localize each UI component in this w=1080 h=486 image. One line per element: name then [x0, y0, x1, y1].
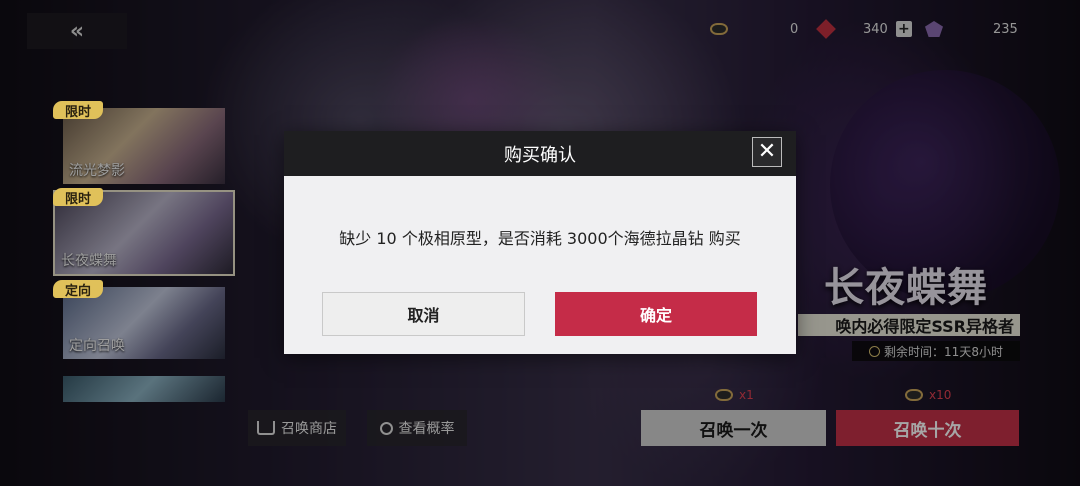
- banner-tag-limited: 限时: [53, 101, 103, 120]
- purchase-confirm-dialog: 购买确认 ✕ 缺少 10 个极相原型，是否消耗 3000个海德拉晶钻 购买 取消…: [284, 131, 796, 354]
- confirm-button[interactable]: 确定: [555, 292, 757, 336]
- dialog-title: 购买确认: [504, 144, 576, 166]
- dialog-message: 缺少 10 个极相原型，是否消耗 3000个海德拉晶钻 购买: [339, 229, 741, 248]
- banner-tag-limited: 限时: [53, 188, 103, 207]
- cancel-button[interactable]: 取消: [322, 292, 525, 336]
- dialog-header: 购买确认 ✕: [284, 131, 796, 176]
- banner-tag-directed: 定向: [53, 280, 103, 299]
- close-icon: ✕: [757, 139, 777, 164]
- close-button[interactable]: ✕: [752, 137, 782, 167]
